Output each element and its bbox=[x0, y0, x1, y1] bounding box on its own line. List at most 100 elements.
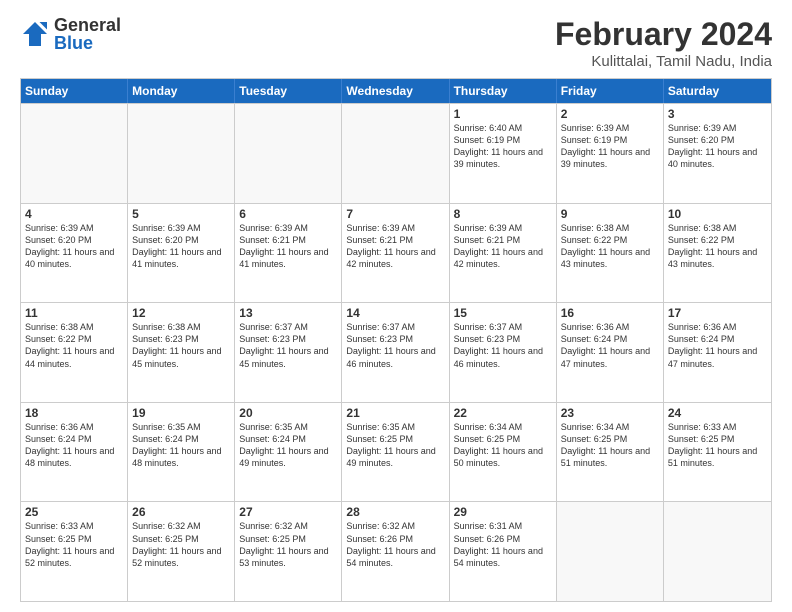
cell-info: Sunrise: 6:37 AM Sunset: 6:23 PM Dayligh… bbox=[239, 321, 337, 370]
calendar-cell: 26Sunrise: 6:32 AM Sunset: 6:25 PM Dayli… bbox=[128, 502, 235, 601]
cell-info: Sunrise: 6:36 AM Sunset: 6:24 PM Dayligh… bbox=[668, 321, 767, 370]
calendar-cell: 20Sunrise: 6:35 AM Sunset: 6:24 PM Dayli… bbox=[235, 403, 342, 502]
cell-info: Sunrise: 6:31 AM Sunset: 6:26 PM Dayligh… bbox=[454, 520, 552, 569]
logo-text: General Blue bbox=[54, 16, 121, 52]
cell-date: 7 bbox=[346, 207, 444, 221]
header: General Blue February 2024 Kulittalai, T… bbox=[20, 16, 772, 70]
cell-date: 1 bbox=[454, 107, 552, 121]
cell-date: 13 bbox=[239, 306, 337, 320]
cell-info: Sunrise: 6:35 AM Sunset: 6:24 PM Dayligh… bbox=[239, 421, 337, 470]
cell-date: 18 bbox=[25, 406, 123, 420]
calendar: SundayMondayTuesdayWednesdayThursdayFrid… bbox=[20, 78, 772, 602]
calendar-day-header: Saturday bbox=[664, 79, 771, 103]
calendar-cell bbox=[342, 104, 449, 203]
calendar-day-header: Wednesday bbox=[342, 79, 449, 103]
logo: General Blue bbox=[20, 16, 121, 52]
cell-date: 24 bbox=[668, 406, 767, 420]
calendar-cell: 18Sunrise: 6:36 AM Sunset: 6:24 PM Dayli… bbox=[21, 403, 128, 502]
cell-date: 15 bbox=[454, 306, 552, 320]
cell-info: Sunrise: 6:33 AM Sunset: 6:25 PM Dayligh… bbox=[25, 520, 123, 569]
cell-info: Sunrise: 6:38 AM Sunset: 6:22 PM Dayligh… bbox=[668, 222, 767, 271]
cell-date: 27 bbox=[239, 505, 337, 519]
cell-info: Sunrise: 6:32 AM Sunset: 6:25 PM Dayligh… bbox=[132, 520, 230, 569]
cell-info: Sunrise: 6:38 AM Sunset: 6:23 PM Dayligh… bbox=[132, 321, 230, 370]
cell-info: Sunrise: 6:39 AM Sunset: 6:21 PM Dayligh… bbox=[454, 222, 552, 271]
calendar-cell: 27Sunrise: 6:32 AM Sunset: 6:25 PM Dayli… bbox=[235, 502, 342, 601]
calendar-day-header: Sunday bbox=[21, 79, 128, 103]
calendar-cell bbox=[235, 104, 342, 203]
calendar-cell: 19Sunrise: 6:35 AM Sunset: 6:24 PM Dayli… bbox=[128, 403, 235, 502]
cell-date: 29 bbox=[454, 505, 552, 519]
main-title: February 2024 bbox=[555, 16, 772, 53]
calendar-cell: 2Sunrise: 6:39 AM Sunset: 6:19 PM Daylig… bbox=[557, 104, 664, 203]
calendar-cell: 9Sunrise: 6:38 AM Sunset: 6:22 PM Daylig… bbox=[557, 204, 664, 303]
cell-info: Sunrise: 6:39 AM Sunset: 6:20 PM Dayligh… bbox=[25, 222, 123, 271]
calendar-cell: 23Sunrise: 6:34 AM Sunset: 6:25 PM Dayli… bbox=[557, 403, 664, 502]
cell-info: Sunrise: 6:35 AM Sunset: 6:25 PM Dayligh… bbox=[346, 421, 444, 470]
cell-date: 21 bbox=[346, 406, 444, 420]
calendar-cell bbox=[128, 104, 235, 203]
cell-date: 8 bbox=[454, 207, 552, 221]
cell-date: 5 bbox=[132, 207, 230, 221]
cell-date: 20 bbox=[239, 406, 337, 420]
calendar-day-header: Monday bbox=[128, 79, 235, 103]
cell-info: Sunrise: 6:39 AM Sunset: 6:21 PM Dayligh… bbox=[239, 222, 337, 271]
cell-date: 4 bbox=[25, 207, 123, 221]
cell-date: 2 bbox=[561, 107, 659, 121]
calendar-row: 4Sunrise: 6:39 AM Sunset: 6:20 PM Daylig… bbox=[21, 203, 771, 303]
cell-info: Sunrise: 6:36 AM Sunset: 6:24 PM Dayligh… bbox=[25, 421, 123, 470]
calendar-cell: 13Sunrise: 6:37 AM Sunset: 6:23 PM Dayli… bbox=[235, 303, 342, 402]
logo-general: General bbox=[54, 16, 121, 34]
calendar-body: 1Sunrise: 6:40 AM Sunset: 6:19 PM Daylig… bbox=[21, 103, 771, 601]
cell-date: 16 bbox=[561, 306, 659, 320]
cell-date: 3 bbox=[668, 107, 767, 121]
calendar-row: 11Sunrise: 6:38 AM Sunset: 6:22 PM Dayli… bbox=[21, 302, 771, 402]
calendar-day-header: Thursday bbox=[450, 79, 557, 103]
cell-info: Sunrise: 6:39 AM Sunset: 6:20 PM Dayligh… bbox=[668, 122, 767, 171]
calendar-cell bbox=[557, 502, 664, 601]
calendar-cell: 24Sunrise: 6:33 AM Sunset: 6:25 PM Dayli… bbox=[664, 403, 771, 502]
cell-date: 19 bbox=[132, 406, 230, 420]
cell-info: Sunrise: 6:38 AM Sunset: 6:22 PM Dayligh… bbox=[25, 321, 123, 370]
calendar-cell: 14Sunrise: 6:37 AM Sunset: 6:23 PM Dayli… bbox=[342, 303, 449, 402]
calendar-cell: 4Sunrise: 6:39 AM Sunset: 6:20 PM Daylig… bbox=[21, 204, 128, 303]
cell-date: 22 bbox=[454, 406, 552, 420]
cell-info: Sunrise: 6:39 AM Sunset: 6:19 PM Dayligh… bbox=[561, 122, 659, 171]
calendar-cell: 3Sunrise: 6:39 AM Sunset: 6:20 PM Daylig… bbox=[664, 104, 771, 203]
cell-info: Sunrise: 6:32 AM Sunset: 6:25 PM Dayligh… bbox=[239, 520, 337, 569]
calendar-cell: 11Sunrise: 6:38 AM Sunset: 6:22 PM Dayli… bbox=[21, 303, 128, 402]
cell-info: Sunrise: 6:38 AM Sunset: 6:22 PM Dayligh… bbox=[561, 222, 659, 271]
cell-info: Sunrise: 6:36 AM Sunset: 6:24 PM Dayligh… bbox=[561, 321, 659, 370]
cell-info: Sunrise: 6:32 AM Sunset: 6:26 PM Dayligh… bbox=[346, 520, 444, 569]
cell-date: 17 bbox=[668, 306, 767, 320]
cell-date: 10 bbox=[668, 207, 767, 221]
cell-date: 14 bbox=[346, 306, 444, 320]
calendar-cell: 16Sunrise: 6:36 AM Sunset: 6:24 PM Dayli… bbox=[557, 303, 664, 402]
calendar-cell: 7Sunrise: 6:39 AM Sunset: 6:21 PM Daylig… bbox=[342, 204, 449, 303]
cell-info: Sunrise: 6:33 AM Sunset: 6:25 PM Dayligh… bbox=[668, 421, 767, 470]
page: General Blue February 2024 Kulittalai, T… bbox=[0, 0, 792, 612]
calendar-row: 25Sunrise: 6:33 AM Sunset: 6:25 PM Dayli… bbox=[21, 501, 771, 601]
calendar-row: 1Sunrise: 6:40 AM Sunset: 6:19 PM Daylig… bbox=[21, 103, 771, 203]
calendar-cell bbox=[21, 104, 128, 203]
cell-info: Sunrise: 6:37 AM Sunset: 6:23 PM Dayligh… bbox=[346, 321, 444, 370]
cell-date: 12 bbox=[132, 306, 230, 320]
subtitle: Kulittalai, Tamil Nadu, India bbox=[555, 53, 772, 70]
cell-date: 23 bbox=[561, 406, 659, 420]
calendar-cell: 8Sunrise: 6:39 AM Sunset: 6:21 PM Daylig… bbox=[450, 204, 557, 303]
calendar-cell: 28Sunrise: 6:32 AM Sunset: 6:26 PM Dayli… bbox=[342, 502, 449, 601]
cell-info: Sunrise: 6:40 AM Sunset: 6:19 PM Dayligh… bbox=[454, 122, 552, 171]
cell-info: Sunrise: 6:35 AM Sunset: 6:24 PM Dayligh… bbox=[132, 421, 230, 470]
logo-icon bbox=[20, 19, 50, 49]
cell-date: 6 bbox=[239, 207, 337, 221]
logo-blue: Blue bbox=[54, 34, 121, 52]
cell-date: 11 bbox=[25, 306, 123, 320]
title-block: February 2024 Kulittalai, Tamil Nadu, In… bbox=[555, 16, 772, 70]
calendar-cell bbox=[664, 502, 771, 601]
cell-info: Sunrise: 6:39 AM Sunset: 6:21 PM Dayligh… bbox=[346, 222, 444, 271]
calendar-cell: 10Sunrise: 6:38 AM Sunset: 6:22 PM Dayli… bbox=[664, 204, 771, 303]
cell-info: Sunrise: 6:39 AM Sunset: 6:20 PM Dayligh… bbox=[132, 222, 230, 271]
calendar-cell: 1Sunrise: 6:40 AM Sunset: 6:19 PM Daylig… bbox=[450, 104, 557, 203]
calendar-cell: 12Sunrise: 6:38 AM Sunset: 6:23 PM Dayli… bbox=[128, 303, 235, 402]
calendar-header-row: SundayMondayTuesdayWednesdayThursdayFrid… bbox=[21, 79, 771, 103]
